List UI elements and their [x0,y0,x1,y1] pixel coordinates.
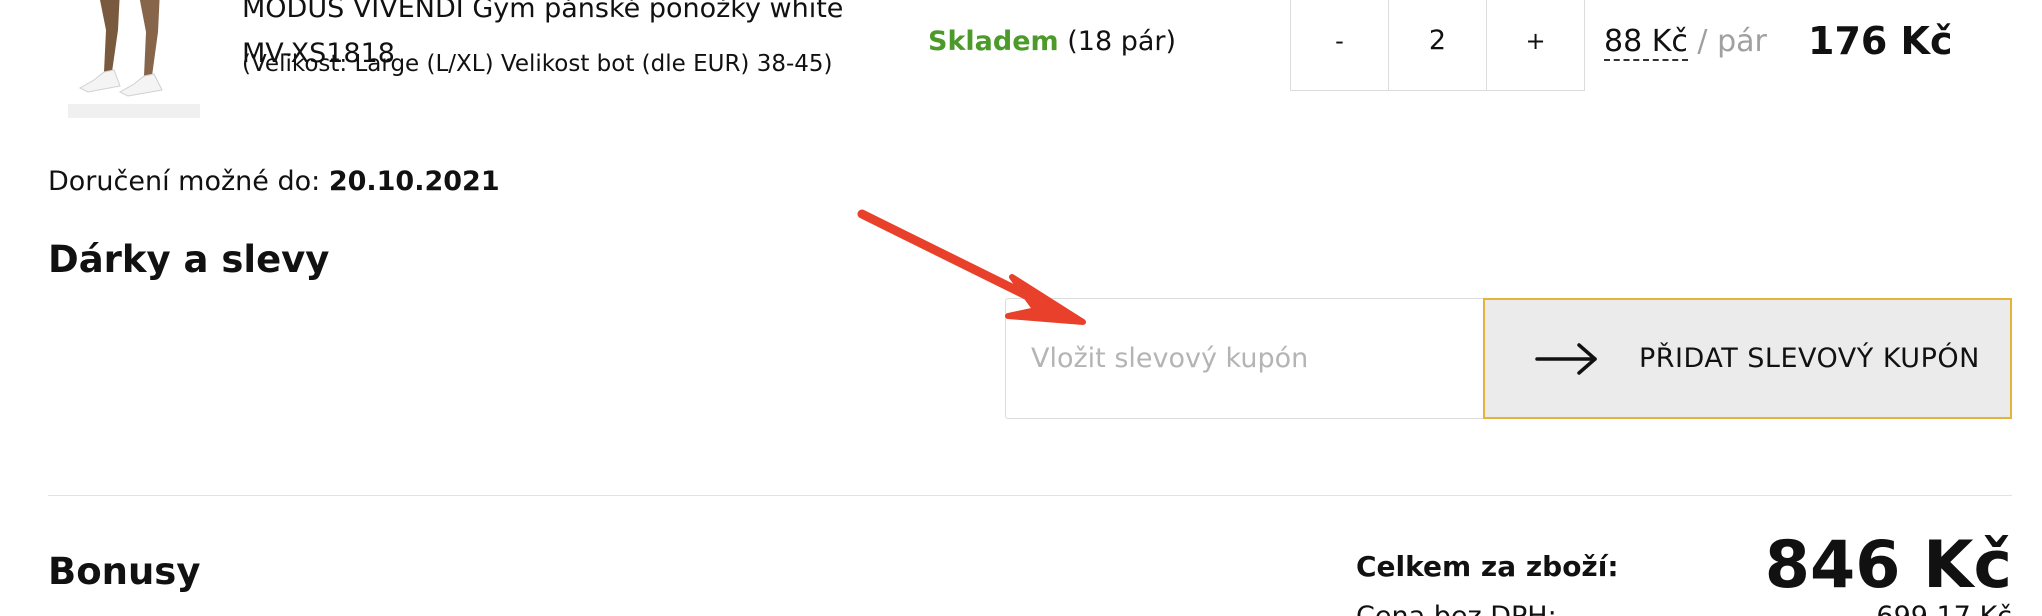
unit-price: 88 Kč / pár [1604,20,1767,64]
stock-status: Skladem [928,26,1059,57]
delivery-date: Doručení možné do: 20.10.2021 [48,162,500,202]
delivery-date-value: 20.10.2021 [328,166,500,197]
unit-price-amount[interactable]: 88 Kč [1604,24,1688,61]
delivery-label: Doručení možné do: [48,166,329,197]
qty-increase-button[interactable]: + [1486,0,1585,91]
cart-page: MODUS VIVENDI Gym pánské ponožky white M… [0,0,2042,616]
qty-value[interactable]: 2 [1388,0,1487,91]
net-price-value: 699,17 Kč [1876,598,2012,616]
line-total: 176 Kč [1808,19,1953,63]
unit-price-per: / pár [1687,24,1767,59]
coupon-input[interactable] [1005,298,1485,419]
section-divider [48,495,2012,496]
product-variant: (Velikost: Large (L/XL) Velikost bot (dl… [242,51,833,77]
add-coupon-label: PŘIDAT SLEVOVÝ KUPÓN [1639,343,1980,374]
stock-info: Skladem (18 pár) [928,22,1176,62]
socks-icon [68,0,200,118]
product-image[interactable] [68,0,200,118]
bonuses-title: Bonusy [48,550,201,593]
net-price-label: Cena bez DPH: [1356,598,1557,616]
gifts-discounts-title: Dárky a slevy [48,238,330,281]
arrow-right-icon [1535,342,1597,375]
goods-total-value: 846 Kč [1764,528,2012,603]
add-coupon-button[interactable]: PŘIDAT SLEVOVÝ KUPÓN [1483,298,2012,419]
stock-count: (18 pár) [1067,26,1177,57]
qty-decrease-button[interactable]: - [1290,0,1389,91]
quantity-stepper: - 2 + [1290,0,1587,91]
goods-total-label: Celkem za zboží: [1356,550,1619,583]
